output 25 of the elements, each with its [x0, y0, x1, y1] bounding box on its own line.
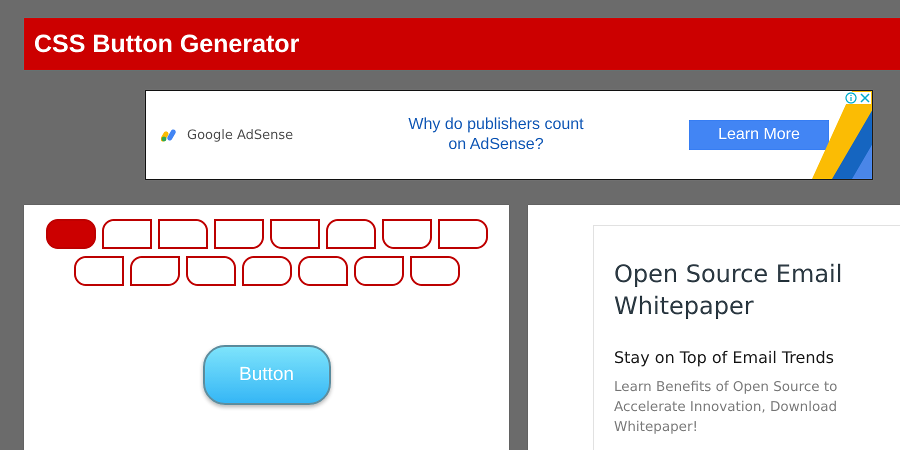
shape-option[interactable]: [438, 219, 488, 249]
preview-button[interactable]: Button: [202, 345, 330, 405]
shape-option[interactable]: [326, 219, 376, 249]
ad-headline[interactable]: Why do publishers count on AdSense?: [401, 115, 591, 155]
shape-option[interactable]: [130, 256, 180, 286]
ad-subtitle: Stay on Top of Email Trends: [614, 348, 835, 367]
shape-option[interactable]: [214, 219, 264, 249]
learn-more-button[interactable]: Learn More: [689, 120, 829, 150]
brand-name: Google AdSense: [187, 128, 294, 142]
ad-title: Open Source Email Whitepaper: [614, 259, 844, 322]
shape-option[interactable]: [242, 256, 292, 286]
shape-option[interactable]: [410, 256, 460, 286]
shape-option[interactable]: [186, 256, 236, 286]
shape-option[interactable]: [298, 256, 348, 286]
shape-option[interactable]: [158, 219, 208, 249]
page-title: CSS Button Generator: [34, 30, 300, 58]
shape-option[interactable]: [354, 256, 404, 286]
ad-text: Learn Benefits of Open Source to Accelerate Innovation, Download Whitepaper!: [614, 378, 838, 437]
info-icon[interactable]: [845, 92, 857, 104]
shape-option[interactable]: [74, 256, 124, 286]
shape-option[interactable]: [102, 219, 152, 249]
shape-option[interactable]: [382, 219, 432, 249]
shape-option[interactable]: [46, 219, 96, 249]
close-icon[interactable]: [859, 92, 871, 104]
shape-option[interactable]: [270, 219, 320, 249]
